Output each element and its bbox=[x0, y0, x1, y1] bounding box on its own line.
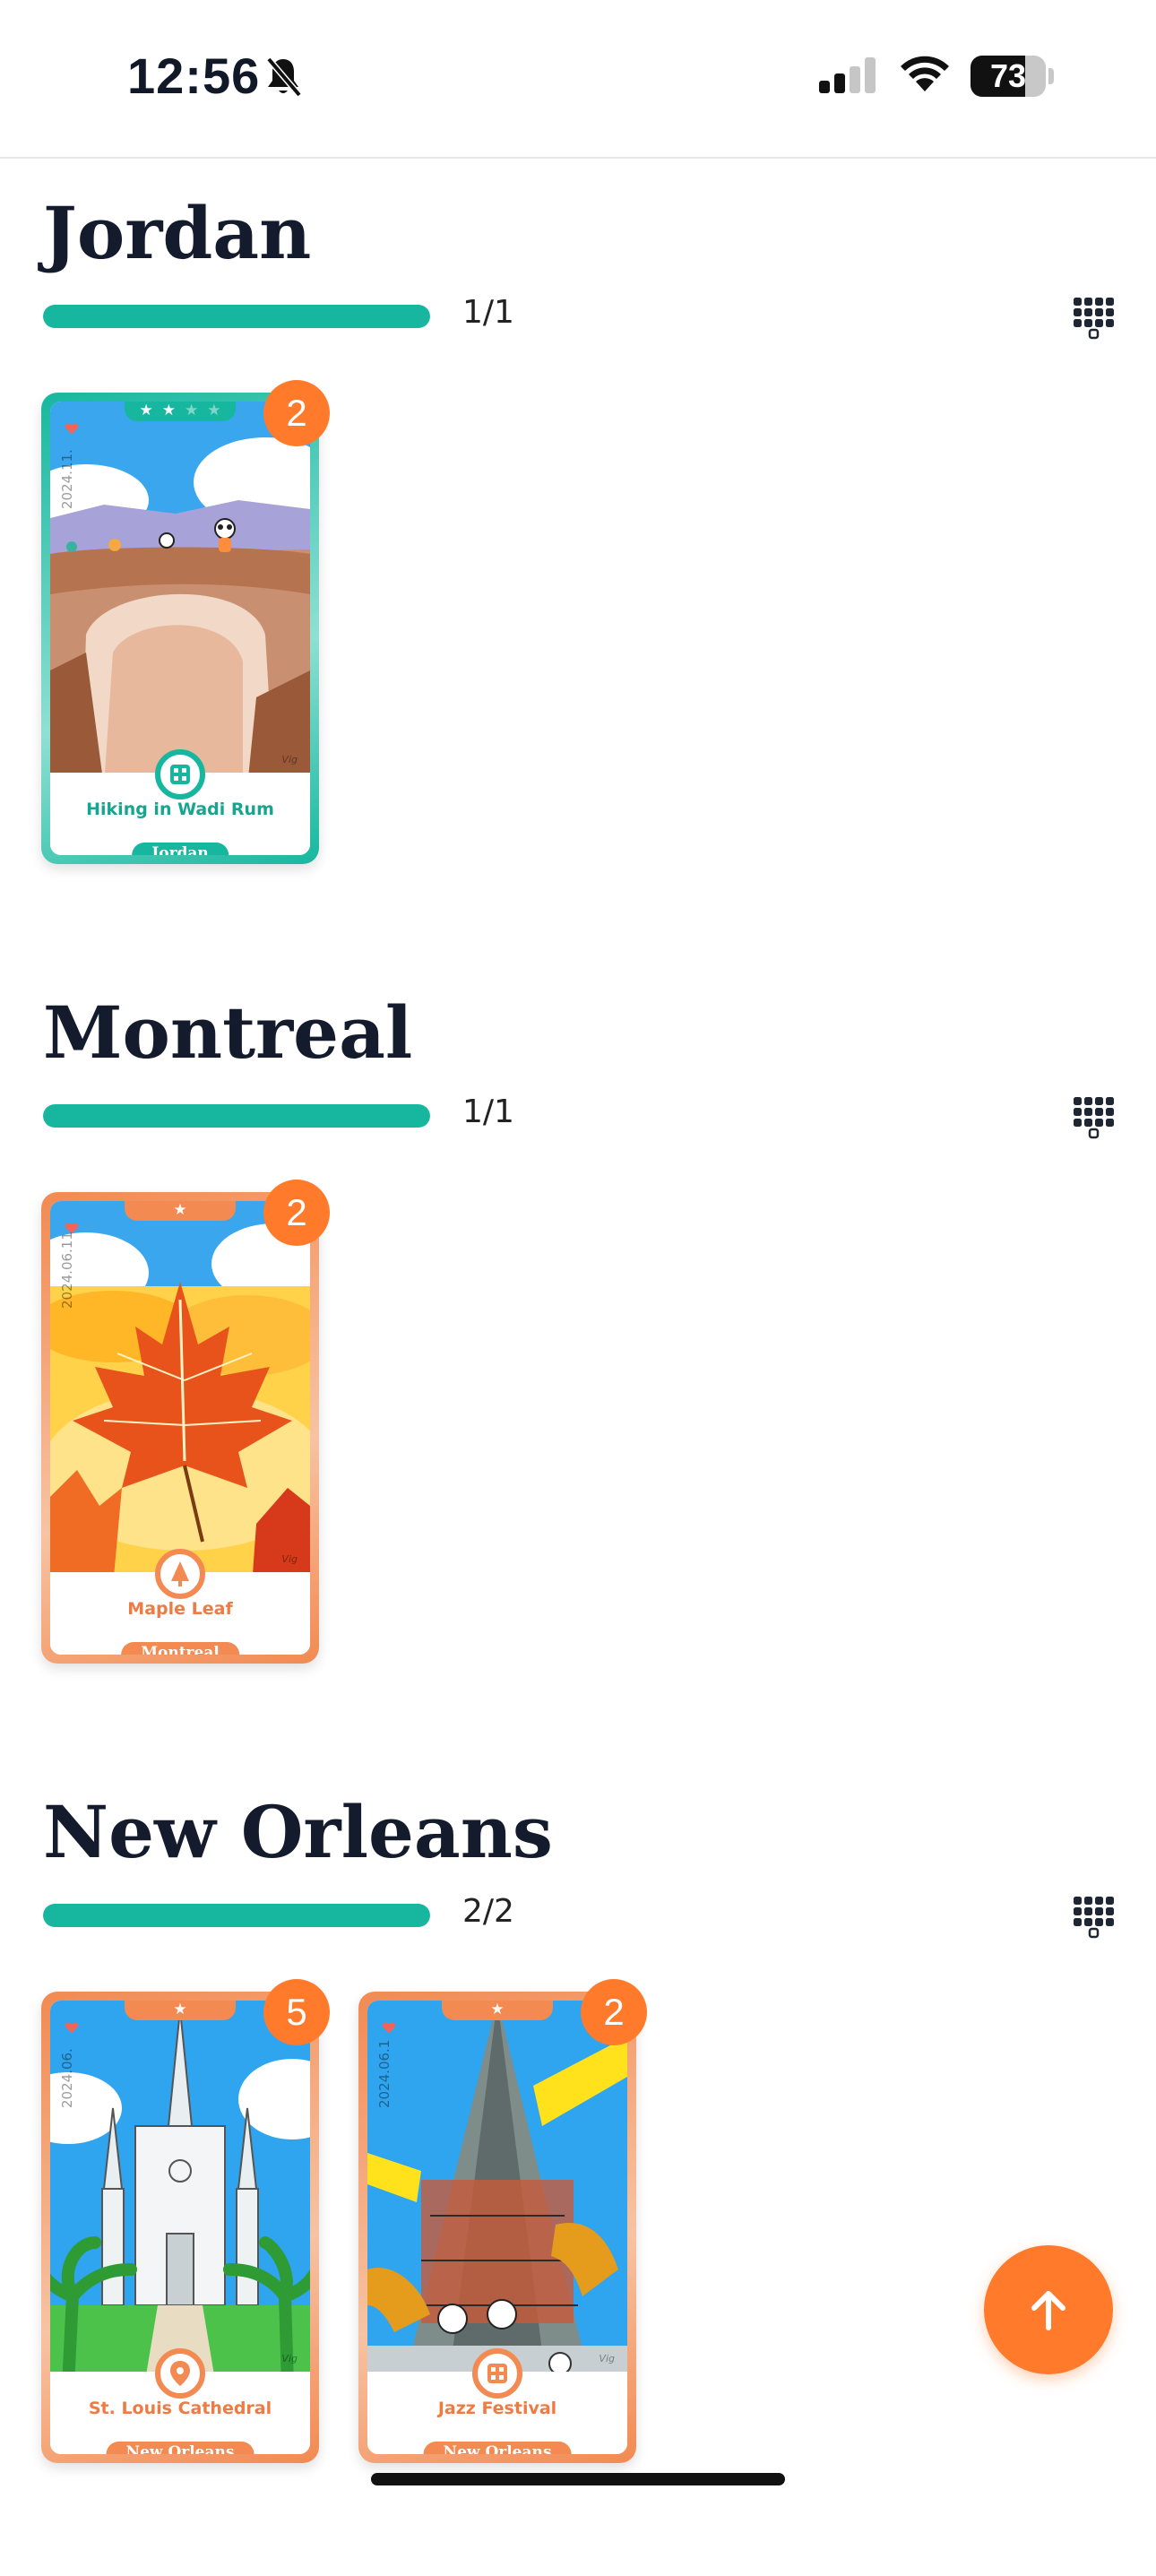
signal-icon bbox=[819, 57, 876, 93]
card-illustration bbox=[367, 2001, 627, 2386]
grid-view-button[interactable] bbox=[1068, 1092, 1118, 1142]
grid-view-button[interactable] bbox=[1068, 1891, 1118, 1941]
grid-view-button[interactable] bbox=[1068, 292, 1118, 342]
collection-progress-fill bbox=[43, 1904, 430, 1927]
collection-section: Jordan 1/1 ★ ★ ★ ★ 2024.11. Vig Hiking i… bbox=[0, 188, 1156, 977]
battery-nub bbox=[1048, 68, 1054, 84]
card-star-rating: ★ bbox=[442, 2001, 553, 2020]
card-name: Jazz Festival bbox=[437, 2399, 557, 2418]
card-footer: Maple Leaf Montreal bbox=[50, 1549, 310, 1655]
collection-progress-bar bbox=[43, 1904, 430, 1927]
section-title: Montreal bbox=[43, 990, 413, 1075]
home-indicator bbox=[371, 2473, 785, 2485]
card-date: 2024.11. bbox=[59, 449, 75, 509]
bell-muted-icon bbox=[266, 56, 302, 98]
battery-percent: 73 bbox=[989, 57, 1027, 94]
star-icon: ★ bbox=[161, 402, 176, 419]
grid-icon bbox=[1068, 1097, 1118, 1145]
card-count-badge: 2 bbox=[581, 1979, 647, 2045]
card-signature: Vig bbox=[281, 754, 298, 765]
card-category-badge bbox=[155, 2348, 205, 2399]
card-name: St. Louis Cathedral bbox=[88, 2399, 272, 2418]
heart-icon bbox=[65, 423, 79, 435]
collectible-card[interactable]: ★ 2024.06.1 Vig Jazz Festival New Orlean… bbox=[358, 1992, 636, 2463]
grid-icon bbox=[160, 755, 200, 798]
collection-progress-bar bbox=[43, 305, 430, 328]
signal-bar bbox=[865, 57, 876, 93]
card-count-badge: 5 bbox=[263, 1979, 330, 2045]
card-date: 2024.06.11 bbox=[59, 1232, 75, 1309]
collection-progress-fill bbox=[43, 1104, 430, 1128]
card-signature: Vig bbox=[599, 2353, 615, 2364]
collection-progress-count: 2/2 bbox=[462, 1893, 514, 1930]
grid-icon bbox=[1068, 1897, 1118, 1945]
grid-icon bbox=[478, 2354, 517, 2397]
card-illustration bbox=[50, 402, 310, 787]
card-category-badge bbox=[155, 749, 205, 800]
card-body: ★ 2024.06.1 Vig Jazz Festival New Orlean… bbox=[367, 2001, 627, 2454]
card-illustration bbox=[50, 2001, 310, 2386]
card-signature: Vig bbox=[281, 1553, 298, 1565]
star-icon: ★ bbox=[139, 402, 153, 419]
scroll-to-top-button[interactable] bbox=[984, 2245, 1113, 2374]
card-category-badge bbox=[155, 1549, 205, 1599]
battery-icon: 73 bbox=[971, 56, 1046, 97]
signal-bar bbox=[819, 81, 830, 93]
card-region: Montreal bbox=[121, 1642, 239, 1655]
star-icon: ★ bbox=[173, 1201, 187, 1219]
card-illustration bbox=[50, 1201, 310, 1586]
card-date: 2024.06. bbox=[59, 2048, 75, 2108]
card-body: ★ 2024.06. Vig St. Louis Cathedral New O… bbox=[50, 2001, 310, 2454]
collection-progress-count: 1/1 bbox=[462, 294, 514, 331]
collection-section: New Orleans 2/2 ★ 2024.06. Vig St. Louis… bbox=[0, 1787, 1156, 2576]
wifi-icon bbox=[901, 56, 949, 91]
card-name: Maple Leaf bbox=[127, 1599, 233, 1619]
card-name: Hiking in Wadi Rum bbox=[86, 800, 274, 819]
grid-icon bbox=[1068, 298, 1118, 346]
card-region: New Orleans bbox=[106, 2442, 254, 2454]
card-region: New Orleans bbox=[423, 2442, 572, 2454]
card-star-rating: ★ bbox=[125, 2001, 236, 2020]
collection-progress-bar bbox=[43, 1104, 430, 1128]
collectible-card[interactable]: ★ 2024.06.11 Vig Maple Leaf Montreal bbox=[41, 1192, 319, 1664]
card-footer: Jazz Festival New Orleans bbox=[367, 2348, 627, 2454]
collectible-card[interactable]: ★ 2024.06. Vig St. Louis Cathedral New O… bbox=[41, 1992, 319, 2463]
card-footer: Hiking in Wadi Rum Jordan bbox=[50, 749, 310, 855]
heart-icon bbox=[65, 2022, 79, 2034]
card-star-rating: ★ ★ ★ ★ bbox=[125, 402, 236, 421]
collection-progress-fill bbox=[43, 305, 430, 328]
collection-section: Montreal 1/1 ★ 2024.06.11 Vig Maple Leaf… bbox=[0, 988, 1156, 1776]
status-bar: 12:56 73 bbox=[0, 0, 1156, 159]
star-icon: ★ bbox=[207, 402, 221, 419]
card-signature: Vig bbox=[281, 2353, 298, 2364]
section-title: Jordan bbox=[43, 191, 312, 275]
star-icon: ★ bbox=[173, 2001, 187, 2018]
card-body: ★ ★ ★ ★ 2024.11. Vig Hiking in Wadi Rum Jor… bbox=[50, 402, 310, 855]
card-count-badge: 2 bbox=[263, 380, 330, 446]
card-date: 2024.06.1 bbox=[376, 2039, 393, 2108]
collection-progress-count: 1/1 bbox=[462, 1094, 514, 1130]
card-star-rating: ★ bbox=[125, 1201, 236, 1221]
card-footer: St. Louis Cathedral New Orleans bbox=[50, 2348, 310, 2454]
card-region: Jordan bbox=[132, 843, 229, 855]
card-body: ★ 2024.06.11 Vig Maple Leaf Montreal bbox=[50, 1201, 310, 1655]
status-time: 12:56 bbox=[127, 48, 261, 104]
collectible-card[interactable]: ★ ★ ★ ★ 2024.11. Vig Hiking in Wadi Rum Jor… bbox=[41, 393, 319, 864]
pin-icon bbox=[160, 2354, 200, 2397]
star-icon: ★ bbox=[185, 402, 199, 419]
heart-icon bbox=[382, 2022, 396, 2034]
arrow-up-icon bbox=[1031, 2291, 1065, 2330]
star-icon: ★ bbox=[490, 2001, 505, 2018]
tree-icon bbox=[160, 1554, 200, 1597]
signal-bar bbox=[834, 73, 845, 93]
card-category-badge bbox=[472, 2348, 522, 2399]
signal-bar bbox=[850, 66, 860, 93]
section-title: New Orleans bbox=[43, 1790, 553, 1874]
card-count-badge: 2 bbox=[263, 1180, 330, 1246]
